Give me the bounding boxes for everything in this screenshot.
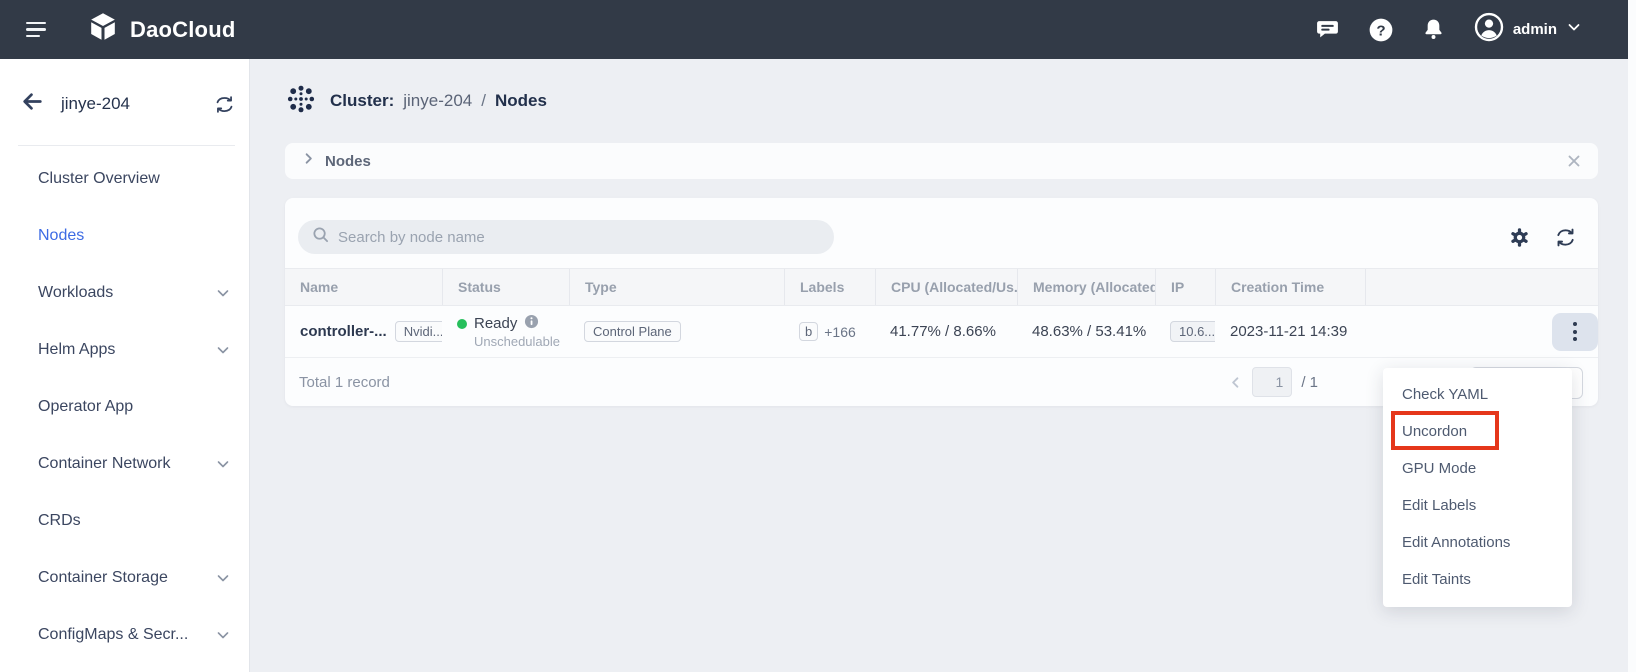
column-header-memory[interactable]: Memory (Allocated... — [1017, 269, 1155, 305]
nodes-table: Name Status Type Labels CPU (Allocated/U… — [285, 268, 1598, 358]
scrollbar-track[interactable] — [1628, 0, 1636, 672]
cluster-dots-icon — [285, 83, 317, 120]
chevron-down-icon — [1566, 19, 1582, 40]
sidebar-item-cluster-overview[interactable]: Cluster Overview — [0, 150, 249, 207]
column-header-ip[interactable]: IP — [1155, 269, 1215, 305]
svg-text:?: ? — [1376, 22, 1385, 39]
sidebar-item-workloads[interactable]: Workloads — [0, 264, 249, 321]
breadcrumb-page-title: Nodes — [495, 91, 547, 111]
notification-bell-icon[interactable] — [1421, 17, 1447, 43]
back-arrow-icon[interactable] — [20, 89, 45, 119]
memory-usage-value: 48.63% / 53.41% — [1032, 323, 1146, 340]
page-header: Cluster: jinye-204 / Nodes — [250, 59, 1636, 143]
sidebar-item-container-network[interactable]: Container Network — [0, 435, 249, 492]
total-records-label: Total 1 record — [299, 374, 390, 391]
breadcrumb-cluster-label: Cluster: — [330, 91, 394, 111]
sidebar-item-helm-apps[interactable]: Helm Apps — [0, 321, 249, 378]
sidebar-item-container-storage[interactable]: Container Storage — [0, 549, 249, 606]
status-ready-dot — [457, 319, 467, 329]
status-label: Ready — [474, 315, 517, 332]
avatar-icon — [1474, 12, 1504, 47]
node-name-link[interactable]: controller-... — [300, 323, 387, 340]
column-header-status[interactable]: Status — [442, 269, 569, 305]
sidebar-cluster-name: jinye-204 — [61, 94, 130, 114]
table-row: controller-... Nvidi... Ready Unschedula… — [285, 306, 1598, 358]
row-actions-kebab-button[interactable] — [1552, 313, 1598, 351]
sidebar-item-operator-app[interactable]: Operator App — [0, 378, 249, 435]
search-icon — [312, 226, 329, 248]
close-icon[interactable] — [1566, 153, 1582, 169]
switch-cluster-icon[interactable] — [214, 94, 235, 115]
sidebar-item-configmaps-secrets[interactable]: ConfigMaps & Secr... — [0, 606, 249, 663]
node-type-chip: Control Plane — [584, 321, 681, 342]
refresh-icon[interactable] — [1552, 224, 1578, 250]
chevron-down-icon — [215, 285, 231, 301]
help-icon[interactable]: ? — [1368, 17, 1394, 43]
cpu-usage-value: 41.77% / 8.66% — [890, 323, 996, 340]
breadcrumb-cluster-name[interactable]: jinye-204 — [403, 91, 472, 111]
menu-item-edit-annotations[interactable]: Edit Annotations — [1383, 524, 1572, 561]
column-header-labels[interactable]: Labels — [784, 269, 875, 305]
pagination: / 1 — [1228, 367, 1318, 397]
chevron-down-icon — [215, 570, 231, 586]
labels-more-count[interactable]: +166 — [824, 324, 856, 340]
page-number-input[interactable] — [1252, 367, 1292, 397]
chevron-right-icon[interactable] — [301, 151, 316, 171]
menu-item-edit-labels[interactable]: Edit Labels — [1383, 487, 1572, 524]
message-icon[interactable] — [1315, 17, 1341, 43]
column-header-cpu[interactable]: CPU (Allocated/Us... — [875, 269, 1017, 305]
brand-name: DaoCloud — [130, 17, 235, 43]
search-box[interactable] — [298, 220, 834, 254]
column-header-name[interactable]: Name — [285, 269, 442, 305]
status-unschedulable-label: Unschedulable — [474, 334, 560, 349]
column-header-creation-time[interactable]: Creation Time — [1215, 269, 1365, 305]
chevron-down-icon — [215, 342, 231, 358]
ip-chip[interactable]: 10.6... — [1170, 321, 1215, 342]
menu-item-uncordon[interactable]: Uncordon — [1383, 413, 1572, 450]
username-label: admin — [1513, 21, 1557, 38]
node-actions-context-menu: Check YAML Uncordon GPU Mode Edit Labels… — [1383, 368, 1572, 607]
brand[interactable]: DaoCloud — [86, 10, 235, 49]
sidebar-menu: Cluster Overview Nodes Workloads Helm Ap… — [0, 146, 249, 663]
column-header-type[interactable]: Type — [569, 269, 784, 305]
chevron-down-icon — [215, 627, 231, 643]
menu-item-check-yaml[interactable]: Check YAML — [1383, 376, 1572, 413]
hamburger-menu-icon[interactable] — [26, 22, 50, 38]
page-count-label: / 1 — [1301, 374, 1318, 391]
info-icon[interactable] — [524, 314, 539, 333]
node-name-chip: Nvidi... — [395, 321, 442, 342]
sidebar: jinye-204 Cluster Overview Nodes Workloa… — [0, 59, 250, 672]
user-menu[interactable]: admin — [1474, 12, 1582, 47]
top-navbar: DaoCloud ? admin — [0, 0, 1636, 59]
creation-time-value: 2023-11-21 14:39 — [1230, 323, 1347, 340]
menu-item-edit-taints[interactable]: Edit Taints — [1383, 561, 1572, 598]
sidebar-item-crds[interactable]: CRDs — [0, 492, 249, 549]
pagination-prev-icon[interactable] — [1228, 375, 1243, 390]
menu-item-gpu-mode[interactable]: GPU Mode — [1383, 450, 1572, 487]
column-header-actions — [1365, 269, 1598, 305]
daocloud-logo-icon — [86, 10, 120, 49]
section-tab-bar: Nodes — [285, 143, 1598, 179]
search-input[interactable] — [338, 229, 820, 246]
settings-gear-icon[interactable] — [1506, 224, 1532, 250]
table-header-row: Name Status Type Labels CPU (Allocated/U… — [285, 268, 1598, 306]
breadcrumb-separator: / — [481, 91, 486, 111]
sidebar-item-nodes[interactable]: Nodes — [0, 207, 249, 264]
tab-nodes[interactable]: Nodes — [325, 153, 371, 170]
chevron-down-icon — [215, 456, 231, 472]
label-chip: b — [799, 322, 818, 341]
